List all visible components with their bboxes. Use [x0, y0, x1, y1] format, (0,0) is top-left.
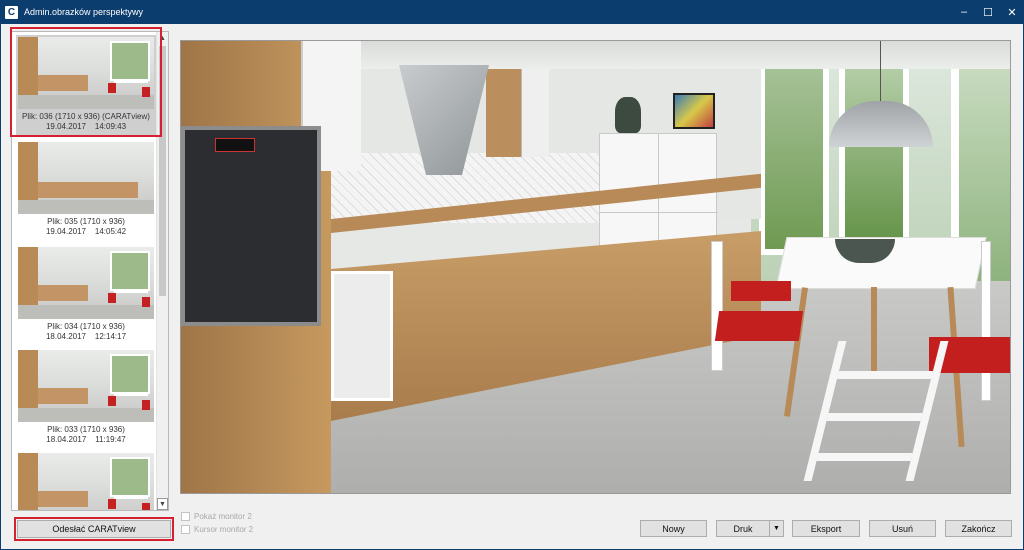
checkbox-box[interactable] — [181, 512, 190, 521]
window-controls: – ☐ ✕ — [952, 0, 1024, 24]
maximize-button[interactable]: ☐ — [976, 0, 1000, 24]
scroll-down-icon[interactable]: ▼ — [157, 498, 168, 510]
thumbnail-image[interactable] — [18, 350, 154, 422]
thumbnail-list: Plik: 036 (1710 x 936) (CARATview) 19.04… — [12, 32, 158, 510]
thumbnail-date: 18.04.2017 — [45, 332, 86, 341]
thumbnail-file: Plik: 035 (1710 x 936) — [47, 217, 125, 226]
thumbnail-image[interactable] — [18, 247, 154, 319]
thumbnail-caption: Plik: 036 (1710 x 936) (CARATview) 19.04… — [16, 112, 156, 132]
close-button[interactable]: Zakończ — [945, 520, 1012, 537]
show-monitor2-checkbox[interactable]: Pokaż monitor 2 — [181, 512, 252, 521]
thumbnail-image[interactable] — [18, 453, 154, 510]
thumbnail-list-panel: Plik: 036 (1710 x 936) (CARATview) 19.04… — [11, 31, 169, 511]
thumbnail-caption: Plik: 034 (1710 x 936) 18.04.2017 12:14:… — [16, 322, 156, 342]
title-bar: C Admin.obrazków perspektywy – ☐ ✕ — [0, 0, 1024, 24]
send-caratview-button[interactable]: Odesłać CARATview — [17, 520, 171, 538]
thumbnail-item[interactable]: Plik: 035 (1710 x 936) 19.04.2017 14:05:… — [16, 140, 156, 242]
thumbnail-time: 14:05:42 — [94, 227, 127, 236]
cursor-monitor2-label: Kursor monitor 2 — [194, 525, 254, 534]
thumbnail-image[interactable] — [18, 142, 154, 214]
thumbnail-file: Plik: 036 (1710 x 936) (CARATview) — [22, 112, 150, 121]
minimize-button[interactable]: – — [952, 0, 976, 24]
window-title: Admin.obrazków perspektywy — [24, 7, 144, 17]
thumbnail-item[interactable]: Plik: 036 (1710 x 936) (CARATview) 19.04… — [16, 35, 156, 137]
close-window-button[interactable]: ✕ — [1000, 0, 1024, 24]
thumbnail-scrollbar[interactable]: ▲ ▼ — [156, 32, 168, 510]
cursor-monitor2-checkbox[interactable]: Kursor monitor 2 — [181, 525, 253, 534]
scroll-up-icon[interactable]: ▲ — [157, 32, 168, 44]
app-icon: C — [5, 5, 18, 19]
show-monitor2-label: Pokaż monitor 2 — [194, 512, 252, 521]
thumbnail-file: Plik: 033 (1710 x 936) — [47, 425, 125, 434]
thumbnail-item[interactable]: Plik: 034 (1710 x 936) 18.04.2017 12:14:… — [16, 245, 156, 347]
thumbnail-date: 18.04.2017 — [46, 435, 87, 444]
thumbnail-caption: Plik: 033 (1710 x 936) 18.04.2017 11:19:… — [16, 425, 156, 445]
thumbnail-time: 14:09:43 — [94, 122, 127, 131]
thumbnail-date: 19.04.2017 — [45, 227, 86, 236]
dialog-body: Plik: 036 (1710 x 936) (CARATview) 19.04… — [0, 24, 1024, 550]
export-button[interactable]: Eksport — [792, 520, 860, 537]
thumbnail-item[interactable]: Plik: 033 (1710 x 936) 18.04.2017 11:19:… — [16, 348, 156, 450]
thumbnail-caption: Plik: 035 (1710 x 936) 19.04.2017 14:05:… — [16, 217, 156, 237]
thumbnail-item[interactable] — [16, 451, 156, 510]
thumbnail-date: 19.04.2017 — [45, 122, 86, 131]
print-button[interactable]: Druk ▼ — [716, 520, 784, 537]
print-button-label: Druk — [733, 523, 753, 534]
thumbnail-image[interactable] — [18, 37, 154, 109]
print-dropdown-icon[interactable]: ▼ — [769, 521, 783, 536]
delete-button[interactable]: Usuń — [869, 520, 936, 537]
preview-image — [180, 40, 1011, 494]
thumbnail-time: 12:14:17 — [94, 332, 127, 341]
checkbox-box[interactable] — [181, 525, 190, 534]
scrollbar-thumb[interactable] — [159, 46, 166, 296]
thumbnail-file: Plik: 034 (1710 x 936) — [47, 322, 125, 331]
new-button[interactable]: Nowy — [640, 520, 707, 537]
thumbnail-time: 11:19:47 — [95, 435, 126, 444]
